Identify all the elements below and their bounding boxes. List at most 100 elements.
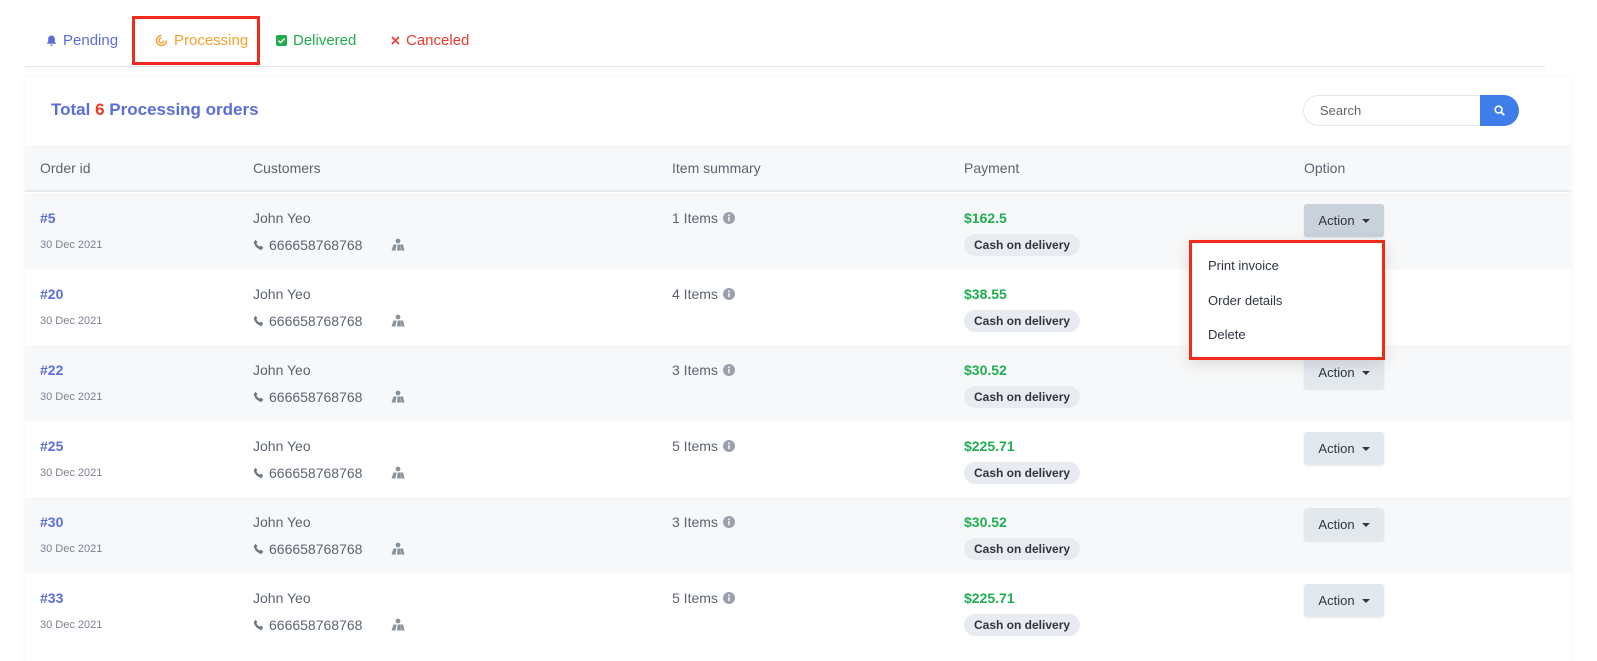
order-date: 30 Dec 2021 [40, 391, 103, 403]
customer-name: John Yeo [253, 362, 311, 378]
phone-icon [253, 315, 265, 327]
tab-processing[interactable]: Processing [132, 16, 260, 65]
action-button[interactable]: Action [1304, 356, 1384, 389]
action-dropdown-menu: Print invoice Order details Delete [1189, 240, 1385, 360]
info-icon[interactable] [722, 516, 735, 528]
tab-delivered[interactable]: Delivered [276, 16, 356, 65]
item-summary: 1 Items [672, 210, 735, 226]
table-row: #33 30 Dec 2021 John Yeo 666658768768 5 … [25, 573, 1571, 649]
header-option: Option [1304, 160, 1346, 176]
item-summary: 5 Items [672, 590, 735, 606]
action-button[interactable]: Action [1304, 584, 1384, 617]
menu-item-delete[interactable]: Delete [1208, 327, 1246, 342]
info-icon[interactable] [722, 364, 735, 376]
search-button[interactable] [1480, 95, 1519, 126]
phone-icon [253, 619, 265, 631]
action-label: Action [1318, 365, 1355, 380]
payment-amount: $162.5 [964, 210, 1007, 226]
customer-phone: 666658768768 [253, 389, 362, 405]
order-date: 30 Dec 2021 [40, 543, 103, 555]
caret-down-icon [1361, 522, 1370, 527]
tab-pending-label: Pending [63, 32, 119, 49]
action-button[interactable]: Action [1304, 508, 1384, 541]
item-count: 3 Items [672, 362, 718, 378]
search-box [1303, 95, 1519, 126]
map-icon[interactable] [391, 542, 405, 555]
phone-icon [253, 239, 265, 251]
summary-count: 6 [95, 100, 105, 119]
order-id-link[interactable]: #20 [40, 286, 63, 302]
payment-method-badge: Cash on delivery [964, 386, 1081, 408]
tab-processing-label: Processing [174, 32, 249, 49]
caret-down-icon [1361, 598, 1370, 603]
action-button[interactable]: Action [1304, 204, 1384, 237]
menu-item-order-details[interactable]: Order details [1208, 293, 1282, 308]
header-item-summary: Item summary [672, 160, 761, 176]
item-summary: 4 Items [672, 286, 735, 302]
map-icon[interactable] [391, 390, 405, 403]
customer-phone: 666658768768 [253, 617, 362, 633]
phone-number: 666658768768 [269, 389, 363, 405]
payment-amount: $225.71 [964, 590, 1015, 606]
payment-method-badge: Cash on delivery [964, 234, 1081, 256]
status-tabs: Pending Processing Delivered Canceled [25, 0, 1545, 67]
phone-number: 666658768768 [269, 313, 363, 329]
summary-prefix: Total [51, 100, 91, 119]
header-payment: Payment [964, 160, 1020, 176]
customer-name: John Yeo [253, 590, 311, 606]
info-icon[interactable] [722, 440, 735, 452]
header-customers: Customers [253, 160, 321, 176]
phone-icon [253, 467, 265, 479]
item-summary: 3 Items [672, 362, 735, 378]
order-id-link[interactable]: #25 [40, 438, 63, 454]
table-row: #25 30 Dec 2021 John Yeo 666658768768 5 … [25, 421, 1571, 497]
payment-amount: $225.71 [964, 438, 1015, 454]
phone-icon [253, 543, 265, 555]
item-count: 1 Items [672, 210, 718, 226]
order-date: 30 Dec 2021 [40, 239, 103, 251]
action-label: Action [1318, 213, 1355, 228]
action-label: Action [1318, 593, 1355, 608]
tab-canceled[interactable]: Canceled [391, 16, 469, 65]
action-label: Action [1318, 441, 1355, 456]
search-input[interactable] [1303, 95, 1480, 126]
info-icon[interactable] [722, 592, 735, 604]
phone-number: 666658768768 [269, 237, 363, 253]
map-icon[interactable] [391, 238, 405, 251]
phone-number: 666658768768 [269, 617, 363, 633]
payment-method-badge: Cash on delivery [964, 614, 1081, 636]
order-id-link[interactable]: #30 [40, 514, 63, 530]
payment-method-badge: Cash on delivery [964, 462, 1081, 484]
order-id-link[interactable]: #5 [40, 210, 56, 226]
caret-down-icon [1361, 370, 1370, 375]
order-date: 30 Dec 2021 [40, 467, 103, 479]
payment-method-badge: Cash on delivery [964, 310, 1081, 332]
map-icon[interactable] [391, 466, 405, 479]
order-id-link[interactable]: #33 [40, 590, 63, 606]
tab-pending[interactable]: Pending [46, 16, 118, 65]
menu-item-print-invoice[interactable]: Print invoice [1208, 258, 1279, 273]
order-id-link[interactable]: #22 [40, 362, 63, 378]
info-icon[interactable] [722, 288, 735, 300]
customer-name: John Yeo [253, 210, 311, 226]
customer-name: John Yeo [253, 514, 311, 530]
item-count: 5 Items [672, 590, 718, 606]
customer-phone: 666658768768 [253, 237, 362, 253]
info-icon[interactable] [722, 212, 735, 224]
phone-number: 666658768768 [269, 541, 363, 557]
x-icon [391, 36, 400, 45]
customer-name: John Yeo [253, 438, 311, 454]
map-icon[interactable] [391, 618, 405, 631]
table-header: Order id Customers Item summary Payment … [25, 145, 1571, 192]
bell-icon [46, 35, 57, 47]
tab-canceled-label: Canceled [406, 32, 470, 49]
payment-method-badge: Cash on delivery [964, 538, 1081, 560]
spinner-icon [155, 34, 168, 47]
map-icon[interactable] [391, 314, 405, 327]
caret-down-icon [1361, 446, 1370, 451]
phone-icon [253, 391, 265, 403]
action-button[interactable]: Action [1304, 432, 1384, 465]
caret-down-icon [1361, 218, 1370, 223]
customer-name: John Yeo [253, 286, 311, 302]
phone-number: 666658768768 [269, 465, 363, 481]
